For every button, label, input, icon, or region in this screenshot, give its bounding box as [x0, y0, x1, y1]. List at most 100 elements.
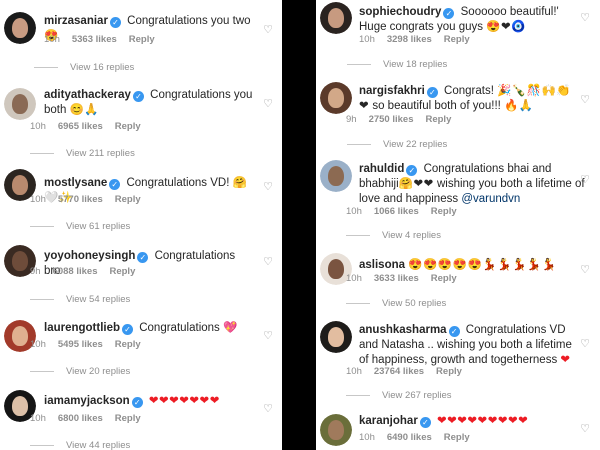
likes-count[interactable]: 5770 likes	[58, 194, 103, 205]
likes-count[interactable]: 5495 likes	[58, 339, 103, 350]
comment-item: anushkasharma ✓ Congratulations VD and Na…	[316, 316, 600, 406]
username[interactable]: sophiechoudry	[359, 6, 441, 18]
view-replies-button[interactable]: View 44 replies	[30, 440, 130, 450]
reply-button[interactable]: Reply	[129, 34, 155, 45]
emoji: ❤❤❤❤❤❤❤	[148, 395, 220, 407]
likes-count[interactable]: 3633 likes	[374, 273, 419, 284]
timestamp[interactable]: 9h	[346, 114, 357, 125]
likes-count[interactable]: 6490 likes	[387, 432, 432, 443]
heart-outline-icon[interactable]: ♡	[262, 24, 274, 36]
reply-button[interactable]: Reply	[436, 366, 462, 377]
username[interactable]: mostlysane	[44, 177, 107, 189]
timestamp[interactable]: 10h	[30, 339, 46, 350]
view-replies-button[interactable]: View 61 replies	[30, 221, 130, 232]
timestamp[interactable]: 10h	[359, 34, 375, 45]
username[interactable]: mirzasaniar	[44, 15, 108, 27]
likes-count[interactable]: 23764 likes	[374, 366, 424, 377]
avatar[interactable]	[4, 88, 36, 120]
timestamp[interactable]: 10h	[30, 194, 46, 205]
likes-count[interactable]: 5363 likes	[72, 34, 117, 45]
verified-badge-icon: ✓	[406, 165, 418, 176]
reply-button[interactable]: Reply	[444, 34, 470, 45]
timestamp[interactable]: 10h	[359, 432, 375, 443]
reply-button[interactable]: Reply	[444, 432, 470, 443]
heart-outline-icon[interactable]: ♡	[579, 94, 591, 106]
comment-item: rahuldid ✓ Congratulations bhai and bhabh…	[316, 156, 600, 246]
avatar[interactable]	[320, 160, 352, 192]
view-replies-button[interactable]: View 20 replies	[30, 366, 130, 377]
view-replies-button[interactable]: View 18 replies	[347, 59, 447, 70]
comment-text: karanjohar ✓ ❤❤❤❤❤❤❤❤❤	[359, 414, 581, 429]
username[interactable]: anushkasharma	[359, 324, 447, 336]
heart-outline-icon[interactable]: ♡	[262, 256, 274, 268]
view-replies-button[interactable]: View 211 replies	[30, 148, 135, 159]
likes-count[interactable]: 6088 likes	[53, 266, 98, 277]
avatar[interactable]	[320, 82, 352, 114]
view-replies-label: View 61 replies	[66, 221, 131, 232]
view-replies-button[interactable]: View 22 replies	[347, 139, 447, 150]
username[interactable]: laurengottlieb	[44, 322, 120, 334]
emoji: ❤	[560, 354, 571, 366]
view-replies-button[interactable]: View 50 replies	[346, 298, 446, 309]
heart-outline-icon[interactable]: ♡	[262, 403, 274, 415]
username[interactable]: karanjohar	[359, 415, 418, 427]
likes-count[interactable]: 3298 likes	[387, 34, 432, 45]
comment-item: adityathackeray ✓ Congratulations you bot…	[0, 80, 282, 165]
timestamp[interactable]: 10h	[346, 206, 362, 217]
username[interactable]: aslisona	[359, 259, 405, 271]
username[interactable]: nargisfakhri	[359, 85, 425, 97]
left-comments-panel: mirzasaniar ✓ Congratulations you two 😍 1…	[0, 0, 282, 450]
heart-outline-icon[interactable]: ♡	[579, 12, 591, 24]
right-comments-panel: sophiechoudry ✓ Soooooo beautiful!' Huge …	[316, 0, 600, 450]
comment-item: laurengottlieb ✓ Congratulations 💖 10h 549…	[0, 310, 282, 380]
heart-outline-icon[interactable]: ♡	[262, 181, 274, 193]
heart-outline-icon[interactable]: ♡	[579, 338, 591, 350]
view-replies-label: View 18 replies	[383, 59, 448, 70]
username[interactable]: adityathackeray	[44, 89, 131, 101]
reply-button[interactable]: Reply	[115, 413, 141, 424]
view-replies-button[interactable]: View 267 replies	[346, 390, 452, 401]
comment-meta: 10h 1066 likes Reply	[346, 206, 469, 217]
reply-button[interactable]: Reply	[109, 266, 135, 277]
timestamp[interactable]: 10h	[346, 273, 362, 284]
likes-count[interactable]: 6800 likes	[58, 413, 103, 424]
comment-item: yoyohoneysingh ✓ Congratulations bro 9h 60…	[0, 240, 282, 310]
likes-count[interactable]: 2750 likes	[369, 114, 414, 125]
heart-outline-icon[interactable]: ♡	[579, 174, 591, 186]
timestamp[interactable]: 10h	[30, 413, 46, 424]
heart-outline-icon[interactable]: ♡	[579, 264, 591, 276]
timestamp[interactable]: 9h	[30, 266, 41, 277]
username[interactable]: yoyohoneysingh	[44, 250, 135, 262]
view-replies-button[interactable]: View 4 replies	[346, 230, 441, 241]
reply-button[interactable]: Reply	[115, 194, 141, 205]
comment-body: Congrats!	[444, 85, 494, 97]
mention-link[interactable]: @varundvn	[461, 193, 520, 205]
view-replies-button[interactable]: View 16 replies	[34, 62, 134, 73]
username[interactable]: iamamyjackson	[44, 395, 130, 407]
comment-meta: 10h 3298 likes Reply	[359, 34, 482, 45]
likes-count[interactable]: 6965 likes	[58, 121, 103, 132]
reply-button[interactable]: Reply	[431, 206, 457, 217]
username[interactable]: rahuldid	[359, 163, 404, 175]
avatar[interactable]	[320, 2, 352, 34]
avatar[interactable]	[4, 12, 36, 44]
verified-badge-icon: ✓	[419, 417, 431, 428]
view-replies-button[interactable]: View 54 replies	[30, 294, 130, 305]
reply-button[interactable]: Reply	[425, 114, 451, 125]
heart-outline-icon[interactable]: ♡	[579, 423, 591, 435]
heart-outline-icon[interactable]: ♡	[262, 330, 274, 342]
reply-button[interactable]: Reply	[431, 273, 457, 284]
view-replies-label: View 54 replies	[66, 294, 131, 305]
comment-text: adityathackeray ✓ Congratulations you bot…	[44, 88, 254, 118]
timestamp[interactable]: 10h	[30, 121, 46, 132]
reply-button[interactable]: Reply	[115, 339, 141, 350]
reply-button[interactable]: Reply	[115, 121, 141, 132]
heart-outline-icon[interactable]: ♡	[262, 98, 274, 110]
timestamp[interactable]: 10h	[44, 34, 60, 45]
avatar[interactable]	[320, 321, 352, 353]
timestamp[interactable]: 10h	[346, 366, 362, 377]
avatar[interactable]	[320, 414, 352, 446]
likes-count[interactable]: 1066 likes	[374, 206, 419, 217]
verified-badge-icon: ✓	[131, 397, 143, 408]
emoji: 🔥🙏	[504, 100, 534, 112]
